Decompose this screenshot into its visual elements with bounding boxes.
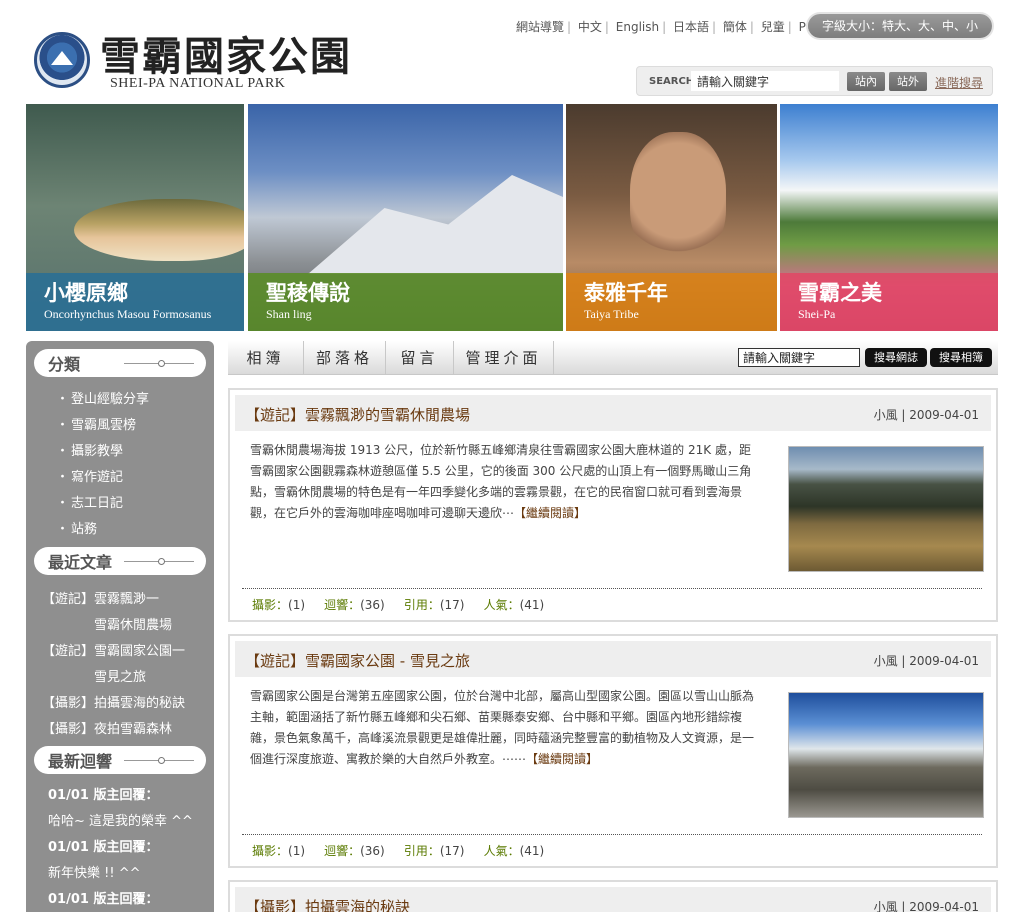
post-thumbnail[interactable] xyxy=(788,692,984,818)
banner-title: 小櫻原鄉 xyxy=(44,280,128,305)
response-header[interactable]: 01/01 版主回覆： xyxy=(48,784,158,803)
elder-portrait-image xyxy=(630,132,726,262)
post-meta: 小風 | 2009-04-01 xyxy=(873,654,979,668)
banner-subtitle: Taiya Tribe xyxy=(584,307,639,321)
banner-subtitle: Shan ling xyxy=(266,307,312,321)
blog-search-input[interactable] xyxy=(738,348,860,367)
link-simplified[interactable]: 簡体 xyxy=(723,20,747,34)
search-label: SEARCH xyxy=(649,76,695,87)
trout-image xyxy=(74,199,244,261)
latest-responses-heading: 最新迴響 xyxy=(34,746,206,774)
recent-post-link[interactable]: 【遊記】雲霧飄渺一 xyxy=(42,588,159,607)
post-thumbnail[interactable] xyxy=(788,446,984,572)
banner-subtitle: Shei-Pa xyxy=(798,307,836,321)
recent-post-link-cont[interactable]: 雪霸休閒農場 xyxy=(94,614,172,633)
response-body[interactable]: 新年快樂 !! ^^ xyxy=(48,862,140,881)
post-header: 【攝影】拍攝雲海的秘訣 小風 | 2009-04-01 xyxy=(235,887,991,912)
post-meta: 小風 | 2009-04-01 xyxy=(873,408,979,422)
post-header: 【遊記】雲霧飄渺的雪霸休閒農場 小風 | 2009-04-01 xyxy=(235,395,991,431)
category-item[interactable]: 登山經驗分享 xyxy=(56,388,149,407)
read-more-link[interactable]: 【繼續閱讀】 xyxy=(526,752,598,766)
park-logo[interactable] xyxy=(34,32,90,88)
read-more-link[interactable]: 【繼續閱讀】 xyxy=(514,506,586,520)
banner-title: 泰雅千年 xyxy=(584,280,668,305)
sidebar: 分類 登山經驗分享 雪霸風雲榜 攝影教學 寫作遊記 志工日記 站務 最近文章 【… xyxy=(26,341,214,912)
tab-blog[interactable]: 部落格 xyxy=(304,341,386,375)
font-size-selector[interactable]: 字級大小：特大、大、中、小 xyxy=(808,14,992,38)
recent-posts-heading: 最近文章 xyxy=(34,547,206,575)
response-header[interactable]: 01/01 版主回覆： xyxy=(48,836,158,855)
main-nav: 相簿 部落格 留言 管理介面 搜尋網誌 搜尋相簿 xyxy=(228,341,998,375)
search-inside-button[interactable]: 站內 xyxy=(847,72,885,91)
link-english[interactable]: English xyxy=(616,20,659,34)
blog-post: 【遊記】雲霧飄渺的雪霸休閒農場 小風 | 2009-04-01 雪霸休閒農場海拔… xyxy=(228,388,998,622)
search-outside-button[interactable]: 站外 xyxy=(889,72,927,91)
post-header: 【遊記】雪霸國家公園 - 雪見之旅 小風 | 2009-04-01 xyxy=(235,641,991,677)
stat-trackback-link[interactable]: 引用： xyxy=(404,844,440,858)
link-children[interactable]: 兒童 xyxy=(761,20,785,34)
stat-photo-link[interactable]: 攝影： xyxy=(252,598,288,612)
banner-title: 聖稜傳說 xyxy=(266,280,350,305)
post-excerpt: 雪霸國家公園是台灣第五座國家公園，位於台灣中北部，屬高山型國家公園。園區以雪山山… xyxy=(250,689,755,766)
blog-post: 【遊記】雪霸國家公園 - 雪見之旅 小風 | 2009-04-01 雪霸國家公園… xyxy=(228,634,998,868)
blog-post: 【攝影】拍攝雲海的秘訣 小風 | 2009-04-01 xyxy=(228,880,998,912)
banner-title: 雪霸之美 xyxy=(798,280,882,305)
post-excerpt: 雪霸休閒農場海拔 1913 公尺，位於新竹縣五峰鄉清泉往雪霸國家公園大鹿林道的 … xyxy=(250,443,752,520)
recent-post-link[interactable]: 【攝影】夜拍雪霸森林 xyxy=(42,718,172,737)
recent-post-link-cont[interactable]: 雪見之旅 xyxy=(94,666,146,685)
link-sitemap[interactable]: 網站導覽 xyxy=(516,20,564,34)
post-meta: 小風 | 2009-04-01 xyxy=(873,900,979,912)
response-body[interactable]: 哈哈~ 這是我的榮幸 ^^ xyxy=(48,810,193,829)
tab-guestbook[interactable]: 留言 xyxy=(386,341,454,375)
link-japanese[interactable]: 日本語 xyxy=(673,20,709,34)
banner-panel-ridge[interactable]: 聖稜傳說 Shan ling xyxy=(248,104,563,331)
tab-admin[interactable]: 管理介面 xyxy=(454,341,554,375)
mountain-image xyxy=(308,175,563,274)
category-item[interactable]: 雪霸風雲榜 xyxy=(56,414,136,433)
banner-panel-trout[interactable]: 小櫻原鄉 Oncorhynchus Masou Formosanus xyxy=(26,104,244,331)
banner-panel-tribe[interactable]: 泰雅千年 Taiya Tribe xyxy=(566,104,777,331)
search-blog-button[interactable]: 搜尋網誌 xyxy=(865,348,927,367)
post-title[interactable]: 【遊記】雪霸國家公園 - 雪見之旅 xyxy=(245,650,470,671)
site-title-en: SHEI-PA NATIONAL PARK xyxy=(110,76,286,91)
post-title[interactable]: 【攝影】拍攝雲海的秘訣 xyxy=(245,896,410,912)
post-stats: 攝影：(1) 迴響：(36) 引用：(17) 人氣：(41) xyxy=(252,598,545,612)
tab-album[interactable]: 相簿 xyxy=(228,341,304,375)
advanced-search-link[interactable]: 進階搜尋 xyxy=(935,74,983,91)
stat-photo-link[interactable]: 攝影： xyxy=(252,844,288,858)
recent-post-link[interactable]: 【遊記】雪霸國家公園一 xyxy=(42,640,185,659)
post-title[interactable]: 【遊記】雲霧飄渺的雪霸休閒農場 xyxy=(245,404,470,425)
category-item[interactable]: 站務 xyxy=(56,518,97,537)
stat-popularity: 人氣： xyxy=(483,844,520,858)
category-item[interactable]: 寫作遊記 xyxy=(56,466,123,485)
category-item[interactable]: 攝影教學 xyxy=(56,440,123,459)
stat-popularity: 人氣： xyxy=(483,598,520,612)
response-header[interactable]: 01/01 版主回覆： xyxy=(48,888,158,907)
search-album-button[interactable]: 搜尋相簿 xyxy=(930,348,992,367)
site-search-bar: SEARCH 站內 站外 進階搜尋 xyxy=(636,66,993,96)
site-title-zh[interactable]: 雪霸國家公園 xyxy=(100,24,352,82)
link-chinese[interactable]: 中文 xyxy=(578,20,602,34)
top-links: 網站導覽| 中文| English| 日本語| 簡体| 兒童| PDA xyxy=(516,18,823,35)
stat-trackback-link[interactable]: 引用： xyxy=(404,598,440,612)
banner-panel-beauty[interactable]: 雪霸之美 Shei-Pa xyxy=(780,104,998,331)
banner-subtitle: Oncorhynchus Masou Formosanus xyxy=(44,307,212,321)
category-item[interactable]: 志工日記 xyxy=(56,492,123,511)
stat-responses-link[interactable]: 迴響： xyxy=(324,598,360,612)
banner: 小櫻原鄉 Oncorhynchus Masou Formosanus 聖稜傳說 … xyxy=(26,104,998,331)
categories-heading: 分類 xyxy=(34,349,206,377)
recent-post-link[interactable]: 【攝影】拍攝雲海的秘訣 xyxy=(42,692,185,711)
site-search-input[interactable] xyxy=(691,71,839,91)
stat-responses-link[interactable]: 迴響： xyxy=(324,844,360,858)
post-stats: 攝影：(1) 迴響：(36) 引用：(17) 人氣：(41) xyxy=(252,844,545,858)
